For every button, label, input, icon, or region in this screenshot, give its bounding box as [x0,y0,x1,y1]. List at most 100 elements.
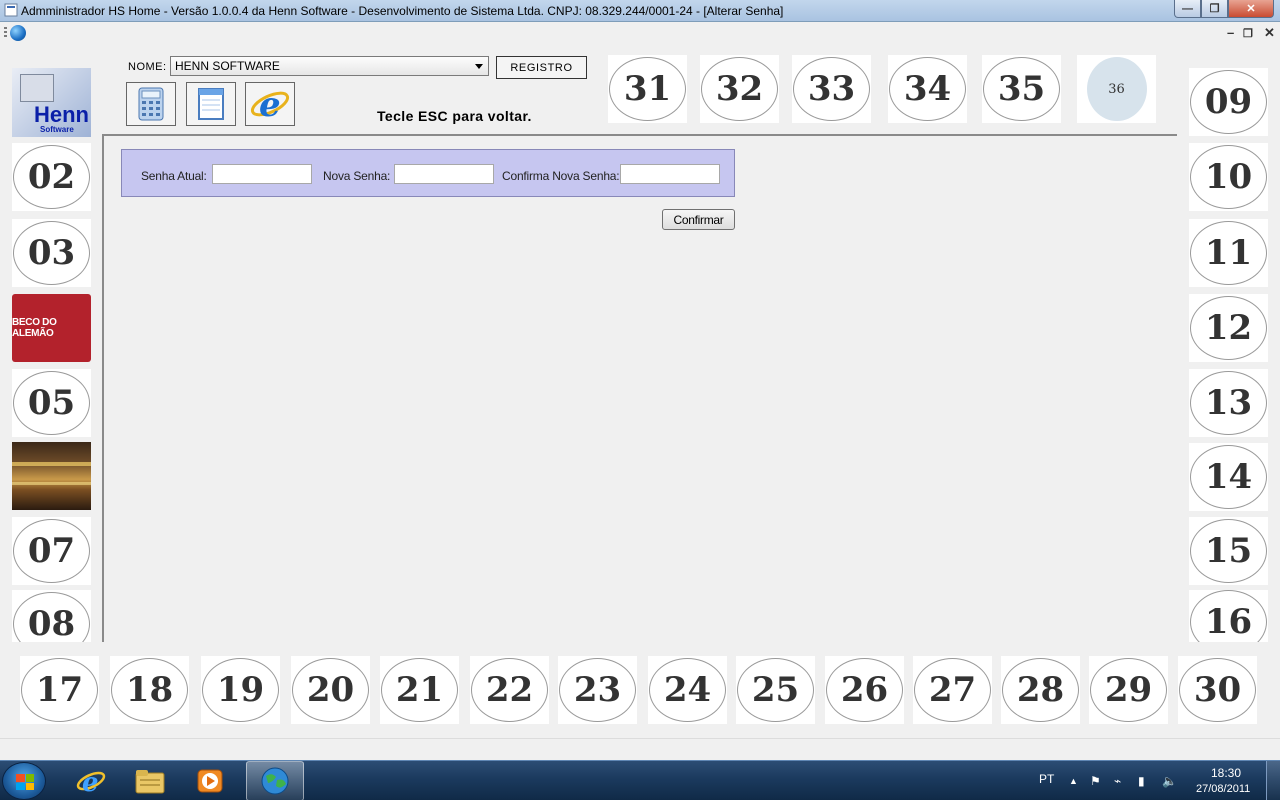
clock-time[interactable]: 18:30 [1211,766,1241,780]
nome-selected-value: HENN SOFTWARE [175,59,280,73]
show-hidden-icons-icon[interactable]: ▲ [1069,776,1078,786]
tile-number: 32 [701,57,778,121]
shortcut-tile-17[interactable]: 17 [20,656,99,724]
internet-explorer-button[interactable]: e [245,82,295,126]
confirm-password-label: Confirma Nova Senha: [502,169,620,183]
volume-icon[interactable]: 🔈 [1162,774,1177,788]
notepad-icon [198,88,224,120]
nome-dropdown[interactable]: HENN SOFTWARE [170,56,489,76]
tile-number: 07 [13,519,90,583]
restore-button[interactable]: ❐ [1201,0,1228,18]
shortcut-tile-11[interactable]: 11 [1189,219,1268,287]
shortcut-tile-07[interactable]: 07 [12,517,91,585]
mdi-restore-button[interactable]: ❐ [1243,27,1253,40]
clock-date[interactable]: 27/08/2011 [1196,783,1250,795]
close-button[interactable]: ✕ [1228,0,1274,18]
shortcut-tile-34[interactable]: 34 [888,55,967,123]
shortcut-tile-33[interactable]: 33 [792,55,871,123]
globe-icon[interactable] [10,25,26,41]
shortcut-tile-32[interactable]: 32 [700,55,779,123]
tile-number: 17 [21,658,98,722]
shortcut-tile-24[interactable]: 24 [648,656,727,724]
new-password-field[interactable] [394,164,494,184]
action-center-flag-icon[interactable]: ⚑ [1090,774,1101,788]
shortcut-tile-03[interactable]: 03 [12,219,91,287]
svg-text:e: e [82,768,99,796]
tile-number: 21 [381,658,458,722]
shortcut-tile-27[interactable]: 27 [913,656,992,724]
shortcut-tile-30[interactable]: 30 [1178,656,1257,724]
media-player-icon [197,769,223,793]
current-password-field[interactable] [212,164,312,184]
mdi-minimize-button[interactable]: – [1227,25,1234,40]
shortcut-tile-18[interactable]: 18 [110,656,189,724]
shortcut-tile-26[interactable]: 26 [825,656,904,724]
henn-software-logo[interactable]: Henn Software [12,68,91,137]
taskbar-hs-home-app[interactable] [246,761,304,800]
shortcut-tile-19[interactable]: 19 [201,656,280,724]
language-indicator[interactable]: PT [1039,772,1054,786]
shortcut-tile-16[interactable]: 16 [1189,590,1268,642]
tile-number: 12 [1190,296,1267,360]
calculator-button[interactable] [126,82,176,126]
shortcut-tile-31[interactable]: 31 [608,55,687,123]
shortcut-tile-21[interactable]: 21 [380,656,459,724]
shortcut-tile-29[interactable]: 29 [1089,656,1168,724]
shortcut-tile-12[interactable]: 12 [1189,294,1268,362]
minimize-button[interactable]: — [1174,0,1201,18]
shortcut-tile-25[interactable]: 25 [736,656,815,724]
tile-number: 24 [649,658,726,722]
shortcut-tile-23[interactable]: 23 [558,656,637,724]
registro-button[interactable]: REGISTRO [496,56,587,79]
shopping-mall-photo[interactable] [12,442,91,510]
tile-number: 34 [889,57,966,121]
bottom-tile-row [0,645,1280,738]
confirm-password-field[interactable] [620,164,720,184]
tile-number: 19 [202,658,279,722]
tile-number: 10 [1190,145,1267,209]
taskbar-internet-explorer[interactable]: e [62,761,120,800]
tile-number: 30 [1179,658,1256,722]
shortcut-tile-02[interactable]: 02 [12,143,91,211]
beco-do-alemao-logo[interactable]: BECO DO ALEMÃO [12,294,91,362]
shortcut-tile-35[interactable]: 35 [982,55,1061,123]
power-plug-icon[interactable]: ⌁ [1114,774,1121,788]
tile-number: 29 [1090,658,1167,722]
tile-number: 20 [292,658,369,722]
shortcut-tile-13[interactable]: 13 [1189,369,1268,437]
start-button[interactable] [2,762,46,800]
grip-icon [4,27,7,39]
confirm-button[interactable]: Confirmar [662,209,735,230]
new-password-label: Nova Senha: [323,169,391,183]
notepad-button[interactable] [186,82,236,126]
tile-number: 08 [13,592,90,642]
shortcut-tile-14[interactable]: 14 [1189,443,1268,511]
shortcut-tile-20[interactable]: 20 [291,656,370,724]
shortcut-tile-08[interactable]: 08 [12,590,91,642]
taskbar-windows-explorer[interactable] [121,761,179,800]
tile-number: 11 [1190,221,1267,285]
shortcut-tile-09[interactable]: 09 [1189,68,1268,136]
shortcut-tile-28[interactable]: 28 [1001,656,1080,724]
network-signal-icon[interactable]: ▮ [1138,774,1145,788]
esc-hint-text: Tecle ESC para voltar. [377,108,532,124]
logo-subtext: Software [40,125,74,134]
tile-number: 27 [914,658,991,722]
tile-number: 05 [13,371,90,435]
shortcut-tile-22[interactable]: 22 [470,656,549,724]
shortcut-tile-10[interactable]: 10 [1189,143,1268,211]
mdi-close-button[interactable]: ✕ [1264,25,1275,41]
computer-icon [20,74,54,102]
chevron-down-icon[interactable] [475,64,483,69]
main-content-area [102,134,1177,642]
window-title-bar[interactable]: Admministrador HS Home - Versão 1.0.0.4 … [0,0,1280,22]
windows-flag-icon [16,774,34,790]
internet-explorer-icon: e [250,85,290,124]
show-desktop-button[interactable] [1266,761,1280,800]
shortcut-tile-05[interactable]: 05 [12,369,91,437]
svg-text:e: e [259,85,281,124]
taskbar-media-player[interactable] [181,761,239,800]
shortcut-tile-36[interactable]: 36 [1077,55,1156,123]
calculator-icon [138,87,164,121]
shortcut-tile-15[interactable]: 15 [1189,517,1268,585]
